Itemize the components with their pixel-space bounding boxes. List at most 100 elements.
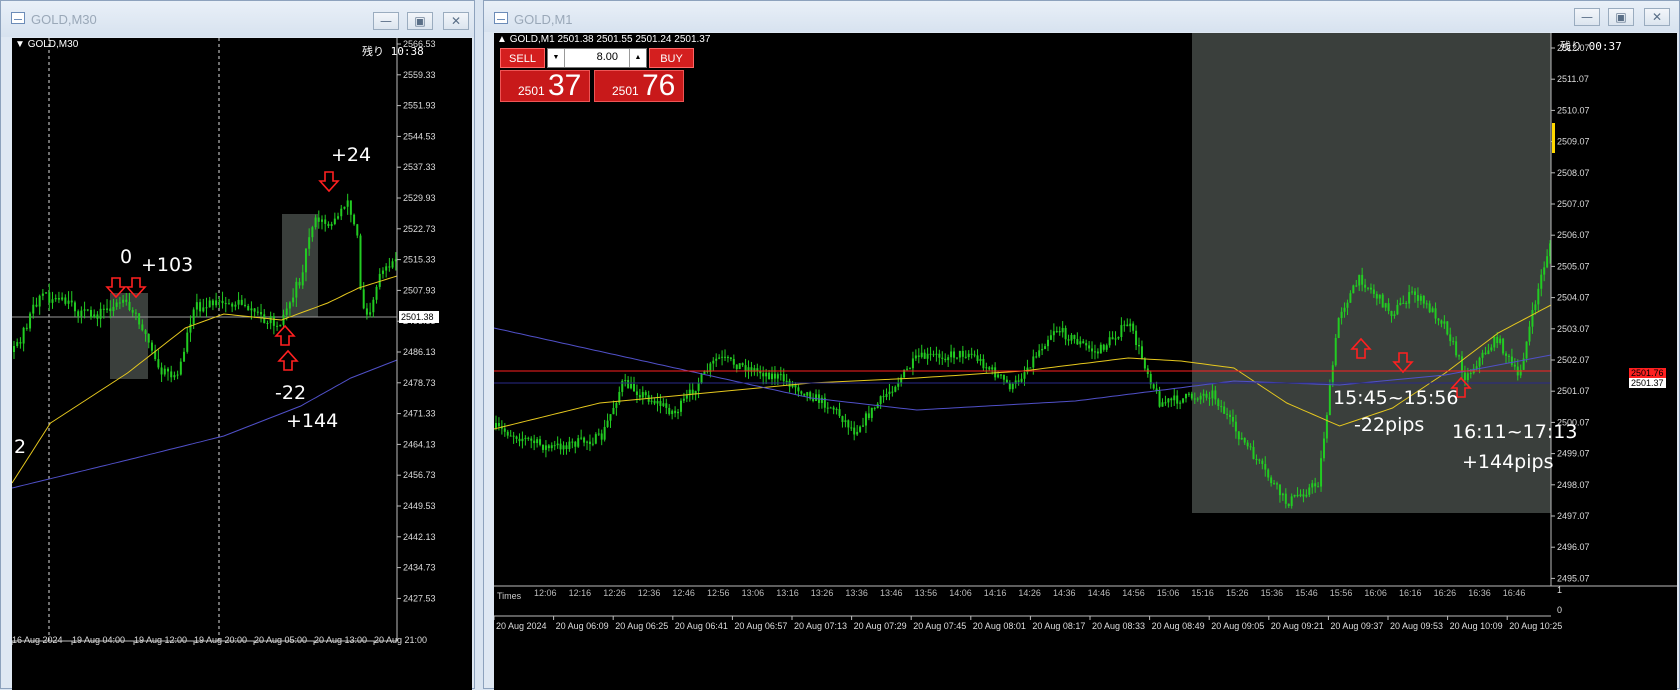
candle-body	[547, 445, 550, 449]
indicator-time-label: 15:36	[1261, 588, 1284, 598]
candle-body	[51, 299, 54, 303]
candle-body	[562, 445, 565, 450]
candle-body	[381, 270, 384, 274]
candle-body	[211, 300, 214, 306]
candle-body	[527, 437, 530, 439]
price-axis-label: 2511.07	[1557, 74, 1589, 84]
indicator-time-label: 13:26	[811, 588, 834, 598]
candle-body	[1202, 393, 1205, 396]
minimize-button[interactable]: —	[1574, 8, 1600, 26]
candle-body	[988, 367, 991, 370]
sell-price-button[interactable]: 2501 37	[500, 69, 590, 102]
candle-body	[539, 439, 542, 445]
price-axis-label: 2427.53	[403, 593, 436, 603]
candle-body	[1073, 334, 1076, 340]
candle-body	[1105, 345, 1108, 350]
maximize-button[interactable]: ▣	[407, 12, 433, 30]
close-button[interactable]: ✕	[1644, 8, 1670, 26]
candle-body	[985, 367, 988, 369]
candle-body	[524, 437, 527, 439]
candle-body	[829, 407, 832, 409]
indicator-time-label: 14:26	[1018, 588, 1041, 598]
candle-body	[1273, 483, 1276, 485]
candle-body	[1220, 406, 1223, 408]
indicator-scale-label: 0	[1557, 605, 1562, 615]
candle-body	[917, 355, 920, 357]
candle-body	[1440, 320, 1443, 324]
candle-body	[967, 353, 970, 358]
close-button[interactable]: ✕	[443, 12, 469, 30]
candle-body	[879, 396, 882, 404]
candle-body	[308, 237, 311, 249]
price-chart-m30[interactable]: 2566.53 2559.33 2551.93 2544.53 2537.33 2529.…	[12, 38, 472, 690]
indicator-time-label: 16:36	[1468, 588, 1491, 598]
candle-body	[677, 411, 680, 414]
candle-body	[515, 436, 518, 439]
candle-body	[1102, 344, 1105, 350]
candle-body	[976, 355, 979, 362]
candle-body	[1507, 355, 1510, 357]
candle-body	[1340, 311, 1343, 319]
buy-button[interactable]: BUY	[649, 48, 694, 68]
candle-body	[1469, 373, 1472, 375]
time-axis-label: 20 Aug 09:05	[1211, 621, 1264, 631]
minimize-button[interactable]: —	[373, 12, 399, 30]
candle-body	[1393, 314, 1396, 317]
candle-body	[947, 357, 950, 361]
candle-body	[1085, 343, 1088, 346]
candle-body	[1190, 393, 1193, 399]
candle-body	[1211, 390, 1214, 399]
candle-body	[803, 393, 806, 396]
candle-body	[1243, 437, 1246, 443]
candle-body	[674, 410, 677, 414]
price-axis-label: 2522.73	[403, 224, 436, 234]
title-bar[interactable]: GOLD,M30 — ▣ ✕	[1, 1, 474, 37]
title-bar[interactable]: GOLD,M1 — ▣ ✕	[484, 1, 1679, 32]
candle-body	[615, 402, 618, 408]
lot-dropdown-icon[interactable]: ▼	[548, 49, 565, 67]
chart-window-gold-m1[interactable]: GOLD,M1 — ▣ ✕ 2512.07 2511.07 2510.07 2509.…	[483, 0, 1680, 690]
candle-body	[57, 297, 60, 300]
m1-chart-canvas[interactable]: 2512.072511.072510.072509.072508.072507.…	[494, 33, 1677, 690]
candle-body	[497, 423, 500, 427]
candle-body	[1513, 364, 1516, 367]
time-axis-label: 16 Aug 2024	[12, 635, 63, 645]
indicator-time-label: 15:46	[1295, 588, 1318, 598]
candle-body	[1231, 417, 1234, 422]
price-chart-m1[interactable]: 2512.07 2511.07 2510.07 2509.07 2508.07 2507.…	[494, 33, 1677, 690]
lot-increase-icon[interactable]: ▲	[629, 49, 646, 67]
candle-body	[1290, 496, 1293, 507]
candle-body	[1164, 402, 1167, 404]
lot-size-field[interactable]: ▼ 8.00 ▲	[547, 48, 647, 68]
candle-body	[1049, 335, 1052, 340]
candle-body	[1061, 327, 1064, 333]
maximize-button[interactable]: ▣	[1608, 8, 1634, 26]
candle-body	[958, 350, 961, 358]
sell-button[interactable]: SELL	[500, 48, 545, 68]
candle-body	[847, 420, 850, 428]
candle-body	[1058, 331, 1061, 333]
candle-body	[147, 333, 150, 343]
price-axis-label: 2507.93	[403, 285, 436, 295]
candle-body	[1193, 398, 1196, 400]
chart-window-gold-m30[interactable]: GOLD,M30 — ▣ ✕ 2566.53 2559.33 2551.93 2544…	[0, 0, 475, 690]
time-axis-label: 19 Aug 12:00	[134, 635, 187, 645]
candle-body	[115, 302, 118, 307]
candle-body	[635, 391, 638, 396]
candle-body	[314, 217, 317, 228]
annotation-two: 2	[14, 436, 27, 458]
time-axis-label: 20 Aug 09:53	[1390, 621, 1443, 631]
candle-body	[337, 216, 340, 219]
buy-price-button[interactable]: 2501 76	[594, 69, 684, 102]
bar-time-remaining: 残り 10:38	[362, 45, 424, 58]
candle-body	[1135, 330, 1138, 346]
candle-body	[1372, 289, 1375, 294]
candle-body	[1475, 366, 1478, 369]
candle-body	[1320, 458, 1323, 487]
candle-body	[122, 299, 125, 303]
m30-chart-canvas[interactable]: 2566.532559.332551.932544.532537.332529.…	[12, 38, 472, 690]
candle-body	[1032, 356, 1035, 368]
symbol-text: GOLD,M30	[27, 39, 79, 50]
candle-body	[1499, 338, 1502, 344]
candle-body	[1129, 323, 1132, 327]
